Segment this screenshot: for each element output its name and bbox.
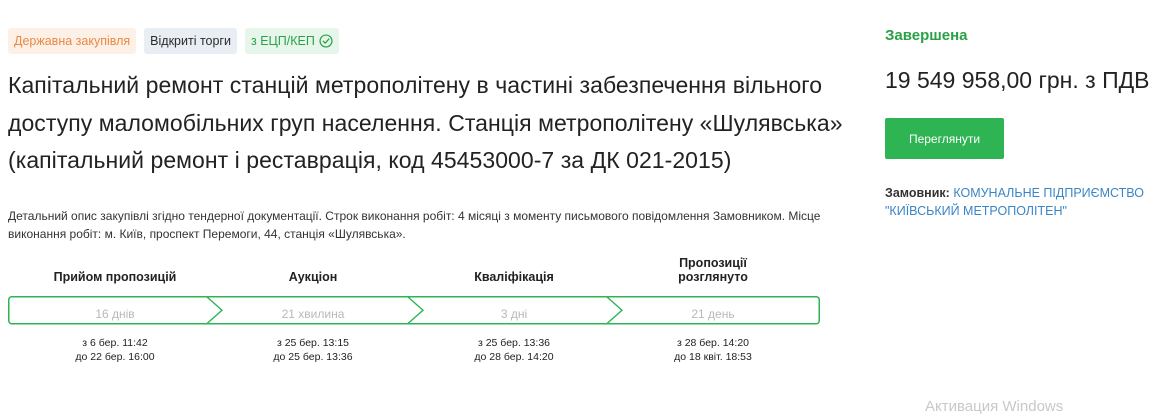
- tender-title: Капітальний ремонт станцій метрополітену…: [8, 72, 843, 173]
- tender-description: Детальний опис закупівлі згідно тендерно…: [8, 209, 821, 241]
- badge-signature: з ЕЦП/КЕП: [244, 28, 339, 54]
- stage-date-from: з 25 бер. 13:15: [276, 337, 349, 349]
- badge-signature-label: з ЕЦП/КЕП: [250, 34, 315, 48]
- stage-duration-reviewed: 21 день: [691, 307, 735, 321]
- tender-price: 19 549 958,00 грн. з ПДВ: [885, 67, 1150, 93]
- badge-row: Державна закупівля Відкриті торги з ЕЦП/…: [8, 28, 339, 54]
- view-button[interactable]: Переглянути: [885, 118, 1004, 159]
- stage-date-to: до 22 бер. 16:00: [75, 351, 155, 363]
- stage-dates-proposals: з 6 бер. 11:42 до 22 бер. 16:00: [15, 336, 215, 364]
- stage-date-from: з 28 бер. 14:20: [676, 337, 749, 349]
- stage-title-reviewed-line1: Пропозиції: [679, 256, 747, 270]
- customer-label: Замовник:: [885, 186, 950, 200]
- badge-procurement-type: Державна закупівля: [8, 28, 137, 54]
- stage-title-auction: Аукціон: [288, 270, 338, 284]
- stage-duration-proposals: 16 днів: [95, 307, 135, 321]
- stage-dates-auction: з 25 бер. 13:15 до 25 бер. 13:36: [213, 336, 413, 364]
- os-activation-watermark: Активация Windows: [925, 398, 1064, 415]
- stage-dates-reviewed: з 28 бер. 14:20 до 18 квіт. 18:53: [613, 336, 813, 364]
- stage-duration-auction: 21 хвилина: [281, 307, 345, 321]
- stage-title-reviewed: Пропозиції розглянуто: [613, 256, 813, 284]
- badge-trade-type: Відкриті торги: [144, 28, 237, 54]
- stage-dates-qualification: з 25 бер. 13:36 до 28 бер. 14:20: [414, 336, 614, 364]
- stage-duration-qualification: 3 дні: [500, 307, 528, 321]
- tender-status: Завершена: [885, 27, 968, 44]
- stage-date-to: до 25 бер. 13:36: [273, 351, 353, 363]
- stage-title-reviewed-line2: розглянуто: [678, 270, 748, 284]
- stage-date-from: з 6 бер. 11:42: [82, 337, 148, 349]
- stage-title-proposals: Прийом пропозицій: [53, 270, 177, 284]
- stage-date-from: з 25 бер. 13:36: [477, 337, 550, 349]
- check-circle-icon: [319, 34, 333, 48]
- customer-info: Замовник: КОМУНАЛЬНЕ ПІДПРИЄМСТВО "КИЇВС…: [885, 184, 1170, 220]
- stage-date-to: до 28 бер. 14:20: [474, 351, 554, 363]
- stage-title-qualification: Кваліфікація: [474, 270, 554, 284]
- stage-date-to: до 18 квіт. 18:53: [674, 351, 752, 363]
